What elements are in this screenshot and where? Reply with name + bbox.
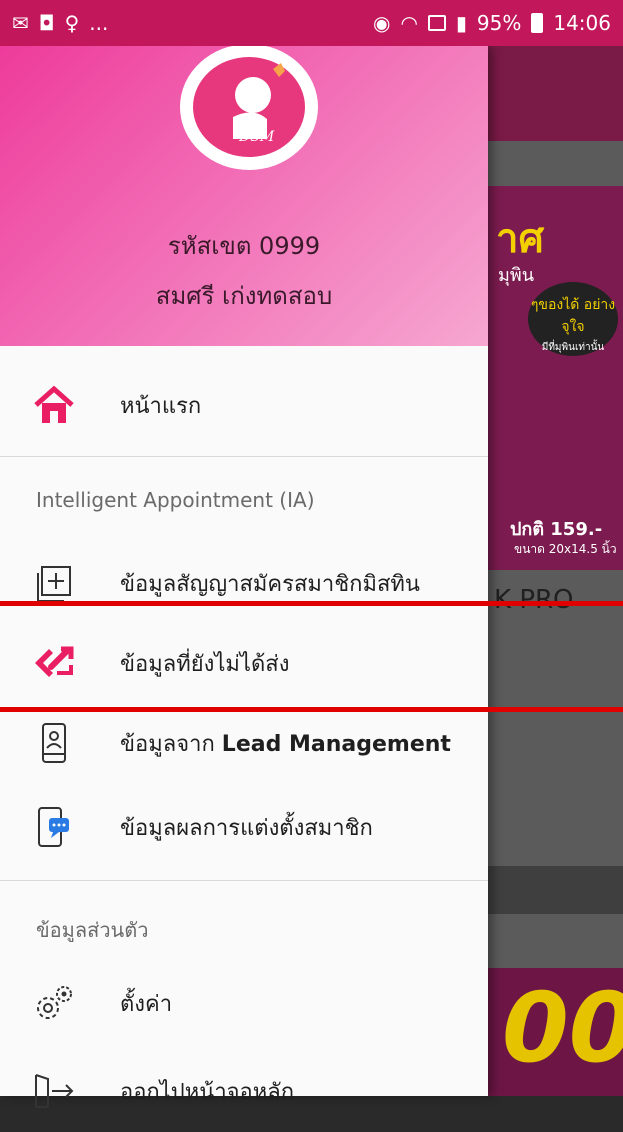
promo-price: ปกติ 159.- (510, 519, 603, 540)
logo-woman-silhouette-icon: DSM (193, 57, 305, 157)
signal-icon: ▮ (455, 11, 467, 35)
battery-percent: 95% (476, 11, 522, 35)
clock: 14:06 (553, 11, 611, 35)
divider (0, 880, 488, 881)
phone-user-icon (14, 702, 94, 784)
menu-item-home-label: หน้าแรก (120, 393, 202, 419)
lightbulb-icon: ♀ (64, 11, 80, 35)
promo-bubble-small: มีที่มุพินเท่านั้น (541, 342, 605, 353)
lead-management-prefix: ข้อมูลจาก (120, 731, 222, 757)
section-header-ia: Intelligent Appointment (IA) (36, 488, 315, 512)
promo-bubble-text: ๆของได้ อย่างจุใจ (530, 297, 616, 335)
menu-item-member-contract-label: ข้อมูลสัญญาสมัครสมาชิกมิสทิน (120, 571, 420, 597)
promo-banner-2-text: 00 (502, 972, 623, 1084)
drawer-header: DSM รหัสเขต 0999 สมศรี เก่งทดสอบ (0, 44, 488, 346)
menu-item-appointment-results-label: ข้อมูลผลการแต่งตั้งสมาชิก (120, 815, 373, 841)
promo-banner-2: 00 (488, 968, 623, 1096)
promo-bubble: ๆของได้ อย่างจุใจ มีที่มุพินเท่านั้น (528, 282, 618, 356)
highlight-line-bottom (0, 707, 623, 712)
promo-banner: าศ มุพิน ๆของได้ อย่างจุใจ มีที่มุพินเท่… (488, 186, 623, 596)
menu-item-exit-to-main[interactable]: ออกไปหน้าจอหลัก (0, 1050, 488, 1132)
lead-management-bold: Lead Management (221, 731, 451, 757)
gmail-icon: ✉ (12, 11, 29, 35)
menu-item-appointment-results[interactable]: ข้อมูลผลการแต่งตั้งสมาชิก (0, 786, 488, 868)
home-icon (14, 364, 94, 446)
product-title: K PRO (488, 570, 623, 630)
user-name: สมศรี เก่งทดสอบ (155, 282, 333, 310)
menu-item-settings[interactable]: ตั้งค่า (0, 962, 488, 1044)
dsm-logo: DSM (180, 44, 318, 170)
exit-icon (14, 1050, 94, 1132)
menu-item-unsent-data-label: ข้อมูลที่ยังไม่ได้ส่ง (120, 651, 290, 677)
logo-text: DSM (239, 129, 275, 145)
status-bar-right: ◉ ◠ ▮ 95% 14:06 (373, 11, 611, 35)
menu-item-lead-management[interactable]: ข้อมูลจาก Lead Management (0, 702, 488, 784)
gear-icon (14, 962, 94, 1044)
send-arrow-icon (14, 622, 94, 704)
video-strip (488, 866, 623, 914)
alarm-icon: ◉ (372, 11, 391, 35)
menu-item-settings-label: ตั้งค่า (120, 991, 173, 1017)
app-u-icon: ◘ (38, 11, 55, 35)
navigation-drawer: DSM รหัสเขต 0999 สมศรี เก่งทดสอบ หน้าแรก… (0, 44, 488, 1108)
menu-item-lead-management-label: ข้อมูลจาก Lead Management (120, 726, 451, 761)
background-toolbar (488, 46, 623, 141)
add-document-icon (14, 542, 94, 624)
promo-size: ขนาด 20x14.5 นิ้ว (514, 542, 617, 556)
background-app[interactable]: าศ มุพิน ๆของได้ อย่างจุใจ มีที่มุพินเท่… (488, 46, 623, 1096)
battery-icon (531, 13, 544, 33)
promo-subtitle: มุพิน (498, 265, 535, 286)
more-notifications: ... (89, 11, 109, 35)
user-area-code: รหัสเขต 0999 (167, 232, 321, 260)
menu-item-home[interactable]: หน้าแรก (0, 364, 488, 446)
menu-item-unsent-data[interactable]: ข้อมูลที่ยังไม่ได้ส่ง (0, 622, 488, 704)
section-header-personal: ข้อมูลส่วนตัว (36, 918, 149, 942)
menu-item-member-contract[interactable]: ข้อมูลสัญญาสมัครสมาชิกมิสทิน (0, 542, 488, 624)
highlight-line-top (0, 601, 623, 606)
wifi-icon: ◠ (400, 11, 418, 35)
sim-icon (427, 15, 446, 31)
divider (0, 456, 488, 457)
status-bar: ✉ ◘ ♀ ... ◉ ◠ ▮ 95% 14:06 (0, 0, 623, 46)
menu-item-exit-to-main-label: ออกไปหน้าจอหลัก (120, 1079, 295, 1105)
phone-chat-icon (14, 786, 94, 868)
status-bar-left: ✉ ◘ ♀ ... (12, 11, 108, 35)
